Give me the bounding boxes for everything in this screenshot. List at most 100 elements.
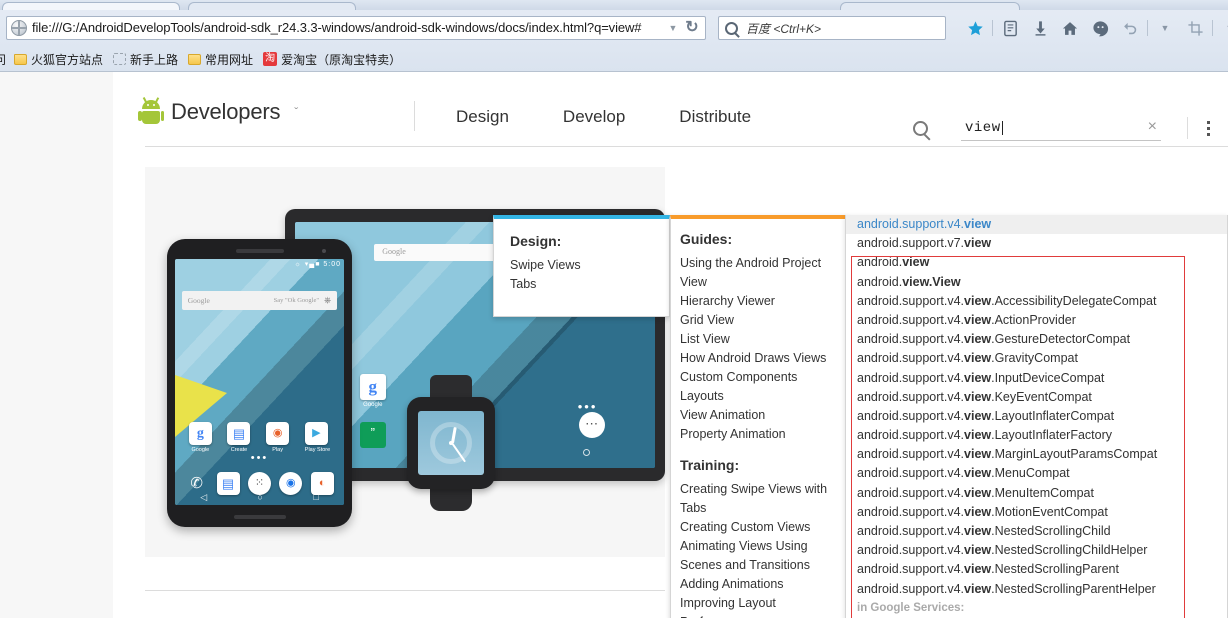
bookmark-item[interactable]: 常用网址: [188, 51, 253, 68]
guides-item[interactable]: Layouts: [680, 387, 835, 406]
app-icon-play-music: ◉: [266, 422, 290, 446]
phone-search-widget: Google Say "Ok Google" ⎈: [181, 290, 338, 310]
training-item[interactable]: Adding Animations: [680, 575, 835, 594]
brand-logo[interactable]: Developers ˇ: [138, 97, 298, 125]
suggestion-item[interactable]: android.support.v4.view.MenuCompat: [846, 464, 1227, 483]
suggestion-item[interactable]: android.support.v4.view.NestedScrollingP…: [846, 560, 1227, 579]
folder-icon: [14, 53, 28, 65]
header-divider: [414, 101, 415, 131]
design-panel-heading: Design:: [510, 233, 562, 249]
guides-item[interactable]: How Android Draws Views: [680, 349, 835, 368]
suggestion-item[interactable]: android.support.v4.view.ActionProvider: [846, 311, 1227, 330]
phone-status-bar: ☼ ▾▄■ 5:00: [294, 261, 341, 268]
bookmark-item[interactable]: 问: [0, 51, 6, 68]
bookmark-item[interactable]: 新手上路: [113, 51, 178, 68]
training-item[interactable]: Creating Swipe Views with Tabs: [680, 480, 835, 518]
guides-item[interactable]: Using the Android Project View: [680, 254, 835, 292]
training-item[interactable]: Creating Custom Views: [680, 518, 835, 537]
toolbar-icon-group: ▼ ▼: [960, 15, 1228, 41]
guides-item[interactable]: Hierarchy Viewer: [680, 292, 835, 311]
mic-icon: ⎈: [324, 294, 332, 305]
app-icon-google: g: [188, 422, 212, 446]
suggestion-item[interactable]: android.support.v4.view: [846, 215, 1227, 235]
browser-tab[interactable]: [188, 2, 356, 10]
design-result-item[interactable]: Tabs: [510, 275, 653, 294]
nav-item-distribute[interactable]: Distribute: [652, 106, 778, 128]
browser-tab[interactable]: [2, 2, 180, 10]
phone-search-label: Google: [187, 295, 210, 305]
training-item[interactable]: Improving Layout Performance: [680, 594, 835, 618]
app-icon-create: ▤: [227, 422, 251, 446]
chevron-down-icon[interactable]: ▼: [1215, 15, 1228, 41]
browser-search-placeholder: 百度 <Ctrl+K>: [746, 21, 822, 36]
guides-item[interactable]: Property Animation: [680, 425, 835, 444]
search-icon[interactable]: [913, 120, 928, 136]
suggestion-item[interactable]: android.view: [846, 253, 1227, 272]
back-icon: ◁: [200, 491, 208, 502]
chevron-down-icon[interactable]: ▼: [665, 17, 681, 39]
folder-icon: [188, 53, 202, 65]
chevron-down-icon[interactable]: ▼: [1150, 15, 1180, 41]
suggestion-item[interactable]: android.support.v4.view.LayoutInflaterFa…: [846, 426, 1227, 445]
site-nav: Design Develop Distribute: [429, 106, 778, 128]
suggestion-item[interactable]: android.view.View: [846, 273, 1227, 292]
suggestion-item[interactable]: android.support.v4.view.GravityCompat: [846, 349, 1227, 368]
recents-icon: □: [313, 492, 319, 502]
bookmark-label: 新手上路: [130, 52, 179, 67]
guides-item[interactable]: Grid View: [680, 311, 835, 330]
navigation-toolbar: file:///G:/AndroidDevelopTools/android-s…: [0, 10, 1228, 46]
bookmark-item[interactable]: 淘 爱淘宝（原淘宝特卖）: [263, 51, 401, 68]
suggestion-item[interactable]: android.support.v4.view.GestureDetectorC…: [846, 330, 1227, 349]
watch-device: [407, 375, 495, 511]
home-icon: ○: [257, 492, 263, 502]
guides-item[interactable]: View Animation: [680, 406, 835, 425]
suggestion-item[interactable]: android.support.v4.view.MotionEventCompa…: [846, 503, 1227, 522]
design-result-item[interactable]: Swipe Views: [510, 256, 653, 275]
nav-item-develop[interactable]: Develop: [536, 106, 652, 128]
training-item[interactable]: Animating Views Using Scenes and Transit…: [680, 537, 835, 575]
page-viewport: Developers ˇ Design Develop Distribute v…: [0, 72, 1228, 618]
address-bar[interactable]: file:///G:/AndroidDevelopTools/android-s…: [6, 16, 706, 40]
star-icon[interactable]: [960, 15, 990, 41]
home-button-icon: [583, 448, 591, 456]
kebab-menu-icon[interactable]: [1187, 117, 1210, 139]
suggestion-item[interactable]: android.support.v4.view.NestedScrollingP…: [846, 580, 1227, 599]
phone-nav-bar: ◁ ○ □: [175, 489, 344, 505]
crop-icon[interactable]: [1180, 15, 1210, 41]
phone-device: ☼ ▾▄■ 5:00 Google Say "Ok Google" ⎈ g Go…: [167, 239, 352, 527]
close-icon[interactable]: ×: [1148, 118, 1157, 136]
guides-heading: Guides:: [680, 231, 733, 247]
suggestion-item[interactable]: android.support.v4.view.LayoutInflaterCo…: [846, 407, 1227, 426]
suggestion-item[interactable]: android.support.v4.view.MarginLayoutPara…: [846, 445, 1227, 464]
bookmark-label: 爱淘宝（原淘宝特卖）: [281, 52, 402, 67]
suggestion-item[interactable]: android.support.v4.view.NestedScrollingC…: [846, 522, 1227, 541]
suggestion-item[interactable]: android.support.v4.view.MenuItemCompat: [846, 484, 1227, 503]
browser-search-box[interactable]: 百度 <Ctrl+K>: [718, 16, 946, 40]
nav-item-design[interactable]: Design: [429, 106, 536, 128]
download-icon[interactable]: [1025, 15, 1055, 41]
undo-icon[interactable]: [1115, 15, 1145, 41]
smiley-icon[interactable]: [1085, 15, 1115, 41]
home-icon[interactable]: [1055, 15, 1085, 41]
browser-tab[interactable]: [840, 2, 1020, 10]
docs-results-panel: Guides: Using the Android Project View H…: [670, 215, 848, 618]
design-results-panel: Design: Swipe Views Tabs: [493, 215, 670, 317]
url-text: file:///G:/AndroidDevelopTools/android-s…: [32, 20, 642, 35]
reload-icon[interactable]: ↻: [681, 17, 703, 39]
hero-bottom-rule: [145, 590, 665, 591]
suggestion-item[interactable]: android.support.v7.view: [846, 234, 1227, 253]
guides-item[interactable]: Custom Components: [680, 368, 835, 387]
chevron-down-icon[interactable]: ˇ: [294, 105, 298, 119]
guides-item[interactable]: List View: [680, 330, 835, 349]
suggestion-item[interactable]: android.support.v4.view.KeyEventCompat: [846, 388, 1227, 407]
suggestion-item[interactable]: android.support.v4.view.AccessibilityDel…: [846, 292, 1227, 311]
suggestion-item[interactable]: android.support.v4.view.NestedScrollingC…: [846, 541, 1227, 560]
library-icon[interactable]: [995, 15, 1025, 41]
tablet-app-icons: g Google ”: [359, 374, 386, 449]
bookmarks-bar: 问 火狐官方站点 新手上路 常用网址 淘 爱淘宝（原淘宝特卖）: [0, 46, 1228, 72]
bookmark-label: 问: [0, 52, 7, 67]
suggestion-item[interactable]: android.support.v4.view.InputDeviceCompa…: [846, 369, 1227, 388]
search-input[interactable]: view ×: [961, 115, 1161, 141]
bookmark-item[interactable]: 火狐官方站点: [14, 51, 103, 68]
android-robot-icon: [138, 97, 164, 124]
